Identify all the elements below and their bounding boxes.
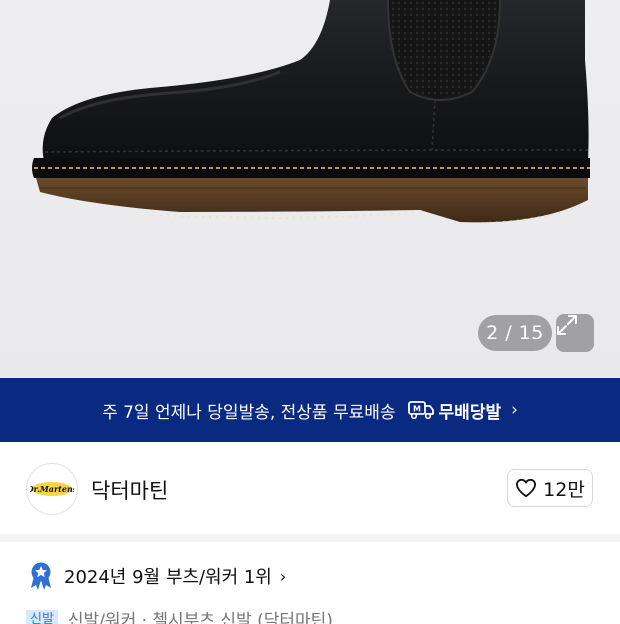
svg-text:M: M <box>413 405 421 414</box>
brand-logo: Dr.Martens <box>26 463 78 515</box>
like-count: 12만 <box>543 478 585 501</box>
m-truck-icon: M <box>407 401 434 420</box>
free-shipping-banner[interactable]: 주 7일 언제나 당일발송, 전상품 무료배송 M 무배당발 › <box>0 378 620 442</box>
seller-name[interactable]: 닥터마틴 <box>91 475 168 505</box>
expand-arrows-icon <box>557 315 577 335</box>
banner-brand: M 무배당발 <box>407 398 502 423</box>
svg-text:Dr.Martens: Dr.Martens <box>30 484 74 494</box>
like-button[interactable]: 12만 <box>507 469 593 507</box>
chevron-right-icon: › <box>511 400 518 420</box>
seller-row[interactable]: Dr.Martens 닥터마틴 12만 <box>0 442 620 542</box>
category-tag: 신발 <box>26 610 58 624</box>
category-row[interactable]: 신발 신발/워커 · 첼시부츠 신발 (닥터마틴) <box>26 610 333 624</box>
banner-brand-label: 무배당발 <box>438 402 502 423</box>
expand-button[interactable] <box>556 314 594 352</box>
image-counter: 2 / 15 <box>478 315 552 351</box>
ranking-text: 2024년 9월 부츠/워커 1위 <box>64 567 272 588</box>
category-path: 신발/워커 · 첼시부츠 신발 (닥터마틴) <box>67 611 333 624</box>
heart-outline-icon <box>516 478 537 498</box>
chevron-right-icon: › <box>279 566 287 586</box>
section-divider <box>0 534 620 542</box>
banner-text: 주 7일 언제나 당일발송, 전상품 무료배송 <box>102 402 396 423</box>
product-image-gallery[interactable]: 2 / 15 <box>0 0 620 378</box>
ranking-link[interactable]: 2024년 9월 부츠/워커 1위 › <box>30 561 286 591</box>
award-star-icon <box>31 562 51 590</box>
